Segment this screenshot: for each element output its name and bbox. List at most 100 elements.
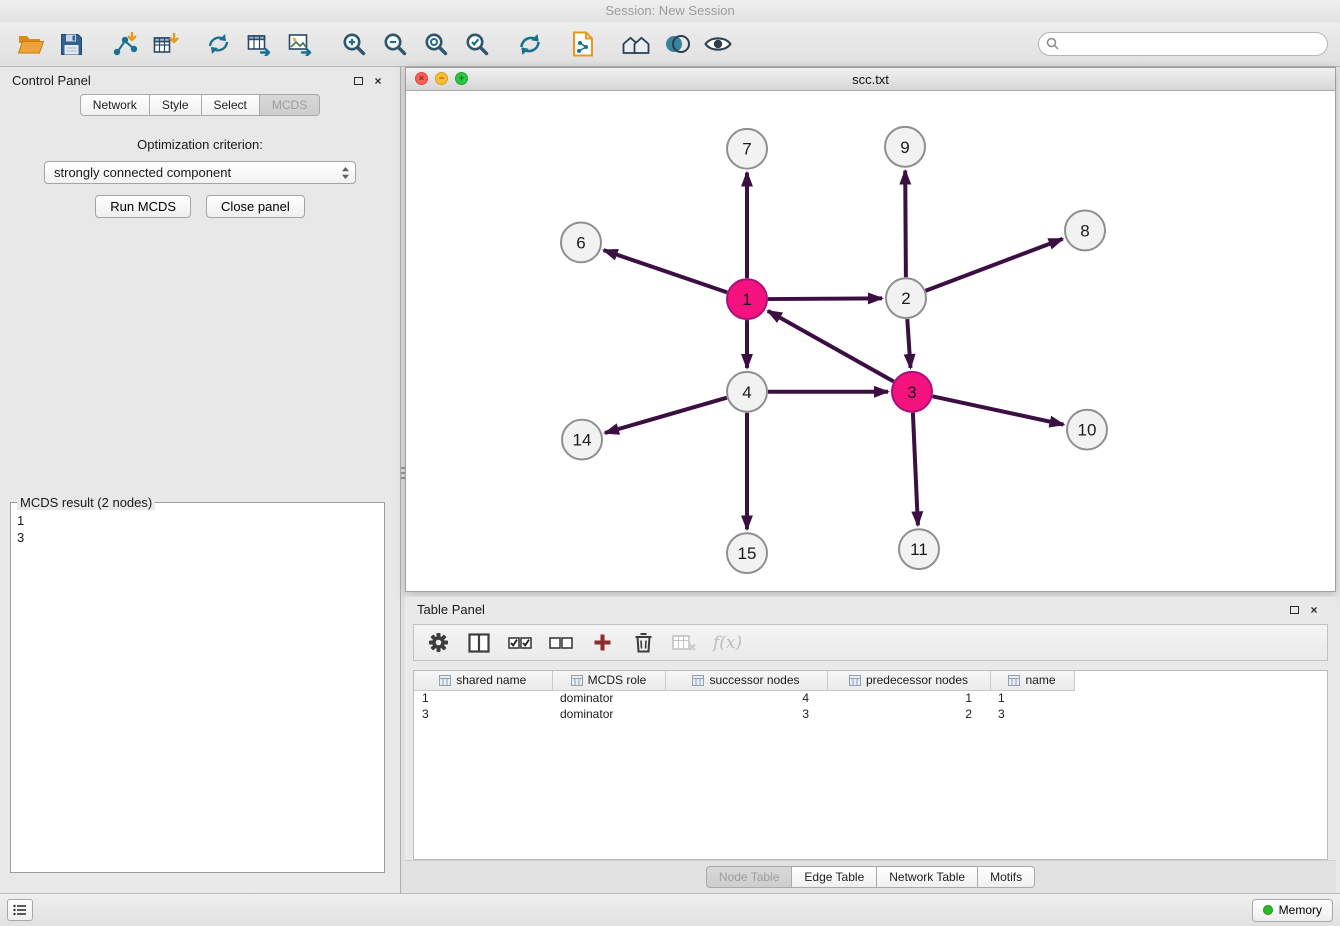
- zoom-window-button[interactable]: +: [455, 72, 468, 85]
- tab-network[interactable]: Network: [80, 94, 150, 116]
- graph-node-label: 8: [1080, 221, 1089, 240]
- graph-node-label: 2: [901, 289, 910, 308]
- graph-edge-4-14[interactable]: [605, 398, 727, 433]
- network-canvas[interactable]: 7 9 6 8 1 2 4 3 14 10 15 11: [406, 91, 1335, 591]
- search-icon: [1046, 37, 1059, 53]
- control-panel-close-button[interactable]: ×: [368, 72, 388, 90]
- graph-node-7[interactable]: 7: [727, 129, 767, 169]
- cell-filler: [1074, 706, 1327, 722]
- export-table-button[interactable]: [241, 27, 278, 61]
- first-neighbors-button[interactable]: [617, 27, 654, 61]
- zoom-selected-button[interactable]: [458, 27, 495, 61]
- cell-mcds-role[interactable]: dominator: [552, 706, 665, 722]
- cell-name[interactable]: 1: [990, 690, 1074, 706]
- main-toolbar: [0, 22, 1340, 67]
- graph-edge-3-1[interactable]: [768, 311, 894, 382]
- network-file-button[interactable]: [564, 27, 601, 61]
- graph-edge-3-11[interactable]: [913, 413, 918, 526]
- graph-edge-2-3[interactable]: [907, 319, 910, 368]
- split-columns-button[interactable]: [467, 629, 491, 657]
- tab-mcds[interactable]: MCDS: [259, 94, 320, 116]
- cell-mcds-role[interactable]: dominator: [552, 690, 665, 706]
- column-header-predecessor-nodes[interactable]: predecessor nodes: [827, 671, 990, 690]
- houses-icon: [622, 33, 650, 55]
- delete-row-button[interactable]: [631, 629, 655, 657]
- graph-node-10[interactable]: 10: [1067, 410, 1107, 450]
- graph-node-11[interactable]: 11: [899, 529, 939, 569]
- graph-node-1[interactable]: 1: [727, 279, 767, 319]
- graph-node-8[interactable]: 8: [1065, 211, 1105, 251]
- function-builder-button[interactable]: f(x): [713, 629, 742, 657]
- close-mcds-panel-button[interactable]: Close panel: [206, 195, 305, 218]
- import-network-button[interactable]: [106, 27, 143, 61]
- graph-node-2[interactable]: 2: [886, 278, 926, 318]
- delete-table-button[interactable]: [672, 629, 696, 657]
- table-panel-float-button[interactable]: [1284, 601, 1304, 619]
- tab-select[interactable]: Select: [201, 94, 260, 116]
- control-panel-float-button[interactable]: [348, 72, 368, 90]
- graph-node-14[interactable]: 14: [562, 420, 602, 460]
- task-history-button[interactable]: [7, 899, 33, 921]
- cell-successor-nodes[interactable]: 3: [665, 706, 827, 722]
- graph-edge-1-2[interactable]: [768, 298, 882, 299]
- graph-edge-2-8[interactable]: [926, 239, 1063, 291]
- show-hide-button[interactable]: [699, 27, 736, 61]
- run-mcds-button[interactable]: Run MCDS: [95, 195, 191, 218]
- graph-node-label: 7: [742, 140, 751, 159]
- zoom-out-button[interactable]: [376, 27, 413, 61]
- tab-edge-table[interactable]: Edge Table: [791, 866, 877, 888]
- deselect-all-columns-button[interactable]: [549, 629, 573, 657]
- graph-node-4[interactable]: 4: [727, 372, 767, 412]
- memory-button[interactable]: Memory: [1252, 899, 1333, 922]
- open-file-button[interactable]: [12, 27, 49, 61]
- tab-motifs[interactable]: Motifs: [977, 866, 1035, 888]
- import-group: [106, 27, 184, 61]
- unchecked-boxes-icon: [549, 635, 573, 651]
- search-box[interactable]: [1038, 32, 1328, 56]
- table-row[interactable]: 1dominator411: [414, 690, 1327, 706]
- column-header-mcds-role[interactable]: MCDS role: [552, 671, 665, 690]
- zoom-selected-icon: [465, 32, 489, 56]
- save-session-button[interactable]: [53, 27, 90, 61]
- cell-predecessor-nodes[interactable]: 2: [827, 706, 990, 722]
- graph-node-label: 3: [907, 383, 916, 402]
- tab-style[interactable]: Style: [149, 94, 202, 116]
- cell-predecessor-nodes[interactable]: 1: [827, 690, 990, 706]
- close-window-button[interactable]: ×: [415, 72, 428, 85]
- table-row[interactable]: 3dominator323: [414, 706, 1327, 722]
- mcds-buttons-row: Run MCDS Close panel: [0, 195, 400, 218]
- memory-status-icon: [1263, 905, 1273, 915]
- apply-layout-button[interactable]: [511, 27, 548, 61]
- eye-icon: [704, 35, 732, 53]
- tab-network-table[interactable]: Network Table: [876, 866, 978, 888]
- graph-node-9[interactable]: 9: [885, 127, 925, 167]
- table-panel-close-button[interactable]: ×: [1304, 601, 1324, 619]
- add-row-button[interactable]: [590, 629, 614, 657]
- zoom-in-button[interactable]: [335, 27, 372, 61]
- graphics-details-button[interactable]: [658, 27, 695, 61]
- minimize-window-button[interactable]: −: [435, 72, 448, 85]
- cell-shared-name[interactable]: 1: [414, 690, 552, 706]
- column-header-name[interactable]: name: [990, 671, 1074, 690]
- cell-shared-name[interactable]: 3: [414, 706, 552, 722]
- criterion-select[interactable]: strongly connected component: [44, 161, 356, 184]
- search-input[interactable]: [1038, 32, 1328, 56]
- cell-name[interactable]: 3: [990, 706, 1074, 722]
- graph-node-3[interactable]: 3: [892, 372, 932, 412]
- graph-node-6[interactable]: 6: [561, 222, 601, 262]
- tab-node-table[interactable]: Node Table: [706, 866, 793, 888]
- graph-node-15[interactable]: 15: [727, 533, 767, 573]
- column-label: name: [1025, 673, 1055, 687]
- export-image-button[interactable]: [282, 27, 319, 61]
- table-settings-button[interactable]: [426, 629, 450, 657]
- new-network-button[interactable]: [200, 27, 237, 61]
- graph-edge-2-9[interactable]: [905, 171, 906, 278]
- zoom-fit-button[interactable]: [417, 27, 454, 61]
- column-header-successor-nodes[interactable]: successor nodes: [665, 671, 827, 690]
- graph-edge-1-6[interactable]: [604, 250, 727, 292]
- import-table-button[interactable]: [147, 27, 184, 61]
- cell-successor-nodes[interactable]: 4: [665, 690, 827, 706]
- graph-edge-3-10[interactable]: [933, 396, 1064, 424]
- column-header-shared-name[interactable]: shared name: [414, 671, 552, 690]
- select-all-columns-button[interactable]: [508, 629, 532, 657]
